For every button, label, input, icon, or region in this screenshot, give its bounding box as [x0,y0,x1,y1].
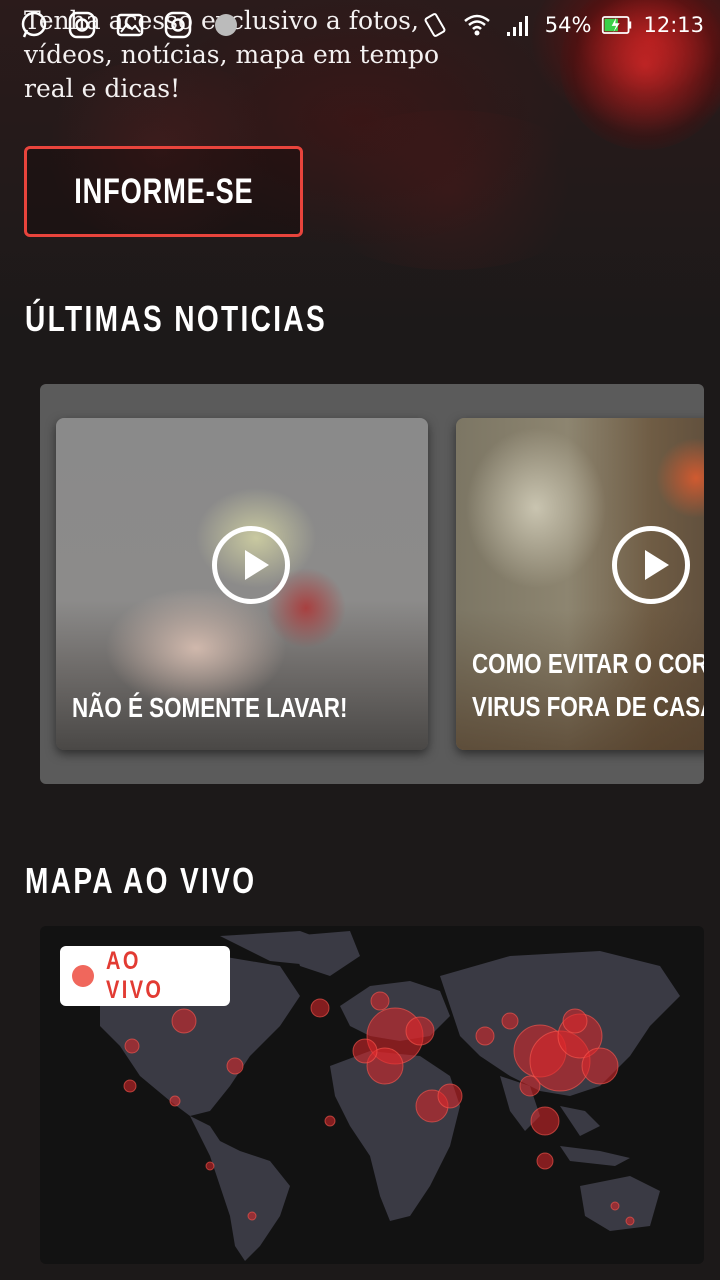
battery-percent: 54% [544,13,592,37]
informe-se-button[interactable]: INFORME-SE [24,146,303,237]
news-card-caption: COMO EVITAR O CORONA VIRUS FORA DE CASA [472,648,704,722]
play-icon[interactable] [612,526,690,604]
clock: 12:13 [643,13,704,37]
instagram-icon [162,10,194,40]
news-card-caption: NÃO É SOMENTE LAVAR! [72,692,348,723]
live-badge: AO VIVO [60,946,230,1006]
battery-charging-icon [601,10,633,40]
status-bar: 54% 12:13 [0,0,720,50]
notification-icons [18,10,242,40]
app-icon [210,10,242,40]
whatsapp-icon [18,10,50,40]
vibrate-icon [419,10,451,40]
live-dot-icon [72,965,94,987]
play-icon[interactable] [212,526,290,604]
instagram-icon [66,10,98,40]
informe-se-label: INFORME-SE [73,171,254,211]
system-status: 54% 12:13 [419,10,704,40]
news-carousel[interactable]: NÃO É SOMENTE LAVAR! COMO EVITAR O CORON… [40,384,704,784]
map-section-title: MAPA AO VIVO [25,860,257,901]
live-badge-label: AO VIVO [105,947,164,1004]
gallery-icon [114,10,146,40]
news-card[interactable]: NÃO É SOMENTE LAVAR! [56,418,428,750]
wifi-icon [461,10,493,40]
news-card[interactable]: COMO EVITAR O CORONA VIRUS FORA DE CASA [456,418,704,750]
news-section-title: ÚLTIMAS NOTICIAS [25,298,328,339]
signal-icon [503,10,535,40]
